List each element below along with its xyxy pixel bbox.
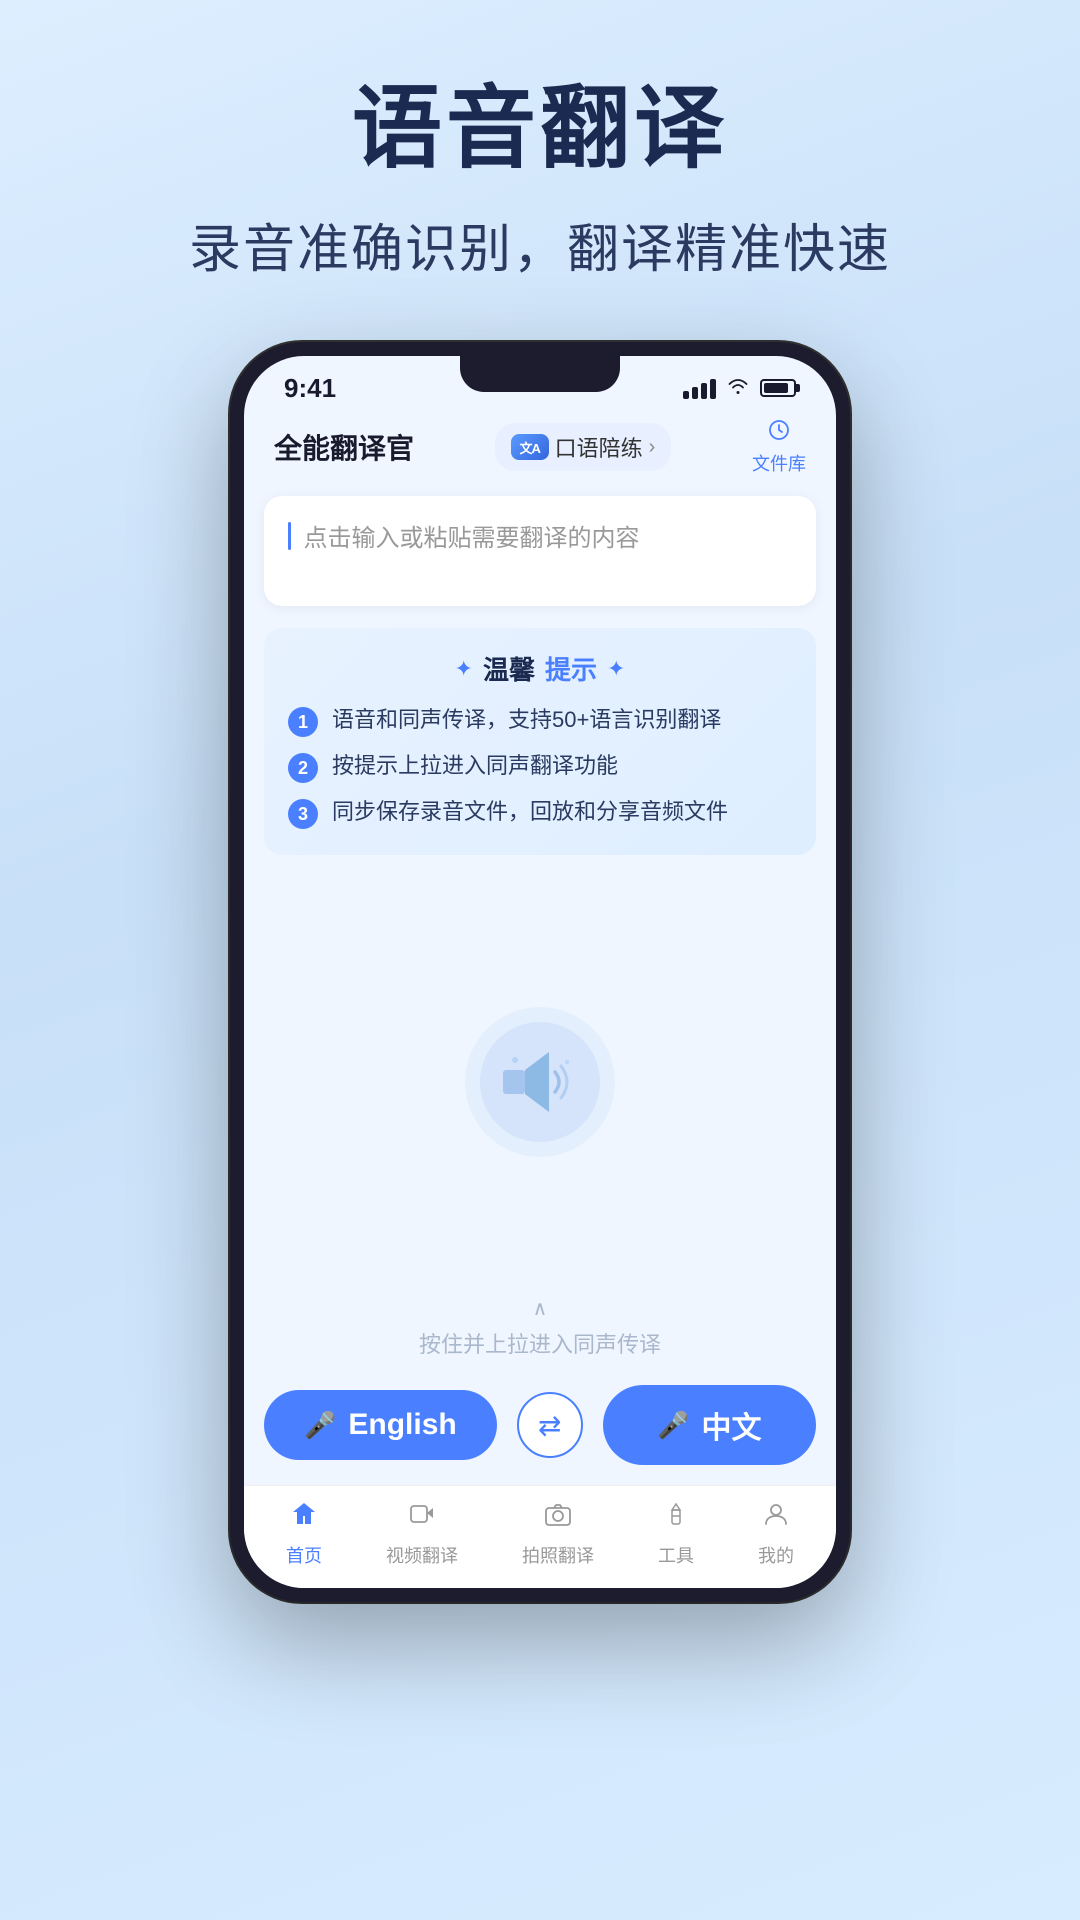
tip-text-2: 按提示上拉进入同声翻译功能	[332, 751, 792, 782]
cursor	[288, 522, 291, 550]
microphone-chinese-icon: 🎤	[657, 1410, 689, 1441]
file-library-button[interactable]: 文件库	[752, 418, 806, 476]
status-time: 9:41	[284, 373, 336, 404]
speaker-icon	[480, 1022, 600, 1142]
battery-icon	[760, 379, 796, 397]
home-icon	[290, 1500, 318, 1536]
signal-icon	[683, 377, 716, 399]
file-library-label: 文件库	[752, 450, 806, 476]
tip-number-1: 1	[288, 707, 318, 737]
nav-label-profile: 我的	[758, 1542, 794, 1568]
promo-section: 语音翻译 录音准确识别，翻译精准快速	[0, 0, 1080, 282]
phone-wrapper: 9:41	[0, 342, 1080, 1602]
swap-language-button[interactable]: ⇄	[517, 1392, 583, 1458]
camera-icon	[544, 1500, 572, 1536]
spark-left-icon: ✦	[455, 656, 473, 682]
tip-number-2: 2	[288, 753, 318, 783]
tools-icon	[662, 1500, 690, 1536]
tip-text-3: 同步保存录音文件，回放和分享音频文件	[332, 797, 792, 828]
promo-subtitle: 录音准确识别，翻译精准快速	[0, 207, 1080, 282]
chinese-label: 中文	[702, 1403, 762, 1447]
nav-item-home[interactable]: 首页	[286, 1500, 322, 1568]
chinese-button[interactable]: 🎤 中文	[603, 1385, 816, 1465]
nav-item-photo[interactable]: 拍照翻译	[522, 1500, 594, 1568]
video-icon	[408, 1500, 436, 1536]
nav-item-profile[interactable]: 我的	[758, 1500, 794, 1568]
bottom-navigation: 首页 视频翻译	[244, 1485, 836, 1588]
nav-label-tools: 工具	[658, 1542, 694, 1568]
tips-warm-text: 温馨	[483, 650, 535, 687]
phone-notch	[460, 356, 620, 392]
promo-title: 语音翻译	[0, 80, 1080, 179]
tips-title: ✦ 温馨提示 ✦	[288, 650, 792, 687]
english-label: English	[348, 1408, 456, 1442]
profile-icon	[762, 1500, 790, 1536]
language-buttons: 🎤 English ⇄ 🎤 中文	[244, 1369, 836, 1485]
input-placeholder: 点击输入或粘贴需要翻译的内容	[303, 525, 639, 552]
tip-number-3: 3	[288, 799, 318, 829]
translate-badge: 文A	[511, 434, 549, 460]
phone-mockup: 9:41	[230, 342, 850, 1602]
tip-item-2: 2 按提示上拉进入同声翻译功能	[288, 751, 792, 783]
tip-item-3: 3 同步保存录音文件，回放和分享音频文件	[288, 797, 792, 829]
chevron-right-icon: ›	[649, 436, 656, 459]
swipe-hint: ∧ 按住并上拉进入同声传译	[244, 1286, 836, 1369]
app-header: 全能翻译官 文A 口语陪练 › 文件库	[244, 406, 836, 486]
tips-box: ✦ 温馨提示 ✦ 1 语音和同声传译，支持50+语言识别翻译 2 按提示上拉进入…	[264, 628, 816, 855]
swipe-arrow-icon: ∧	[254, 1296, 826, 1321]
nav-item-tools[interactable]: 工具	[658, 1500, 694, 1568]
nav-item-video[interactable]: 视频翻译	[386, 1500, 458, 1568]
wifi-icon	[726, 375, 750, 401]
tip-text-1: 语音和同声传译，支持50+语言识别翻译	[332, 705, 792, 736]
app-title: 全能翻译官	[274, 427, 414, 467]
status-icons	[683, 375, 796, 401]
spark-right-icon: ✦	[607, 656, 625, 682]
tips-highlight-text: 提示	[545, 650, 597, 687]
phone-screen: 9:41	[244, 356, 836, 1588]
oral-practice-badge[interactable]: 文A 口语陪练 ›	[495, 423, 672, 471]
nav-label-photo: 拍照翻译	[522, 1542, 594, 1568]
oral-label: 口语陪练	[555, 431, 643, 463]
translation-input[interactable]: 点击输入或粘贴需要翻译的内容	[264, 496, 816, 606]
swap-icon: ⇄	[538, 1409, 561, 1442]
file-library-icon	[767, 418, 791, 448]
english-button[interactable]: 🎤 English	[264, 1390, 497, 1460]
speaker-area	[244, 867, 836, 1286]
microphone-english-icon: 🎤	[304, 1410, 336, 1441]
swipe-text: 按住并上拉进入同声传译	[419, 1332, 661, 1357]
tip-item-1: 1 语音和同声传译，支持50+语言识别翻译	[288, 705, 792, 737]
nav-label-home: 首页	[286, 1542, 322, 1568]
nav-label-video: 视频翻译	[386, 1542, 458, 1568]
